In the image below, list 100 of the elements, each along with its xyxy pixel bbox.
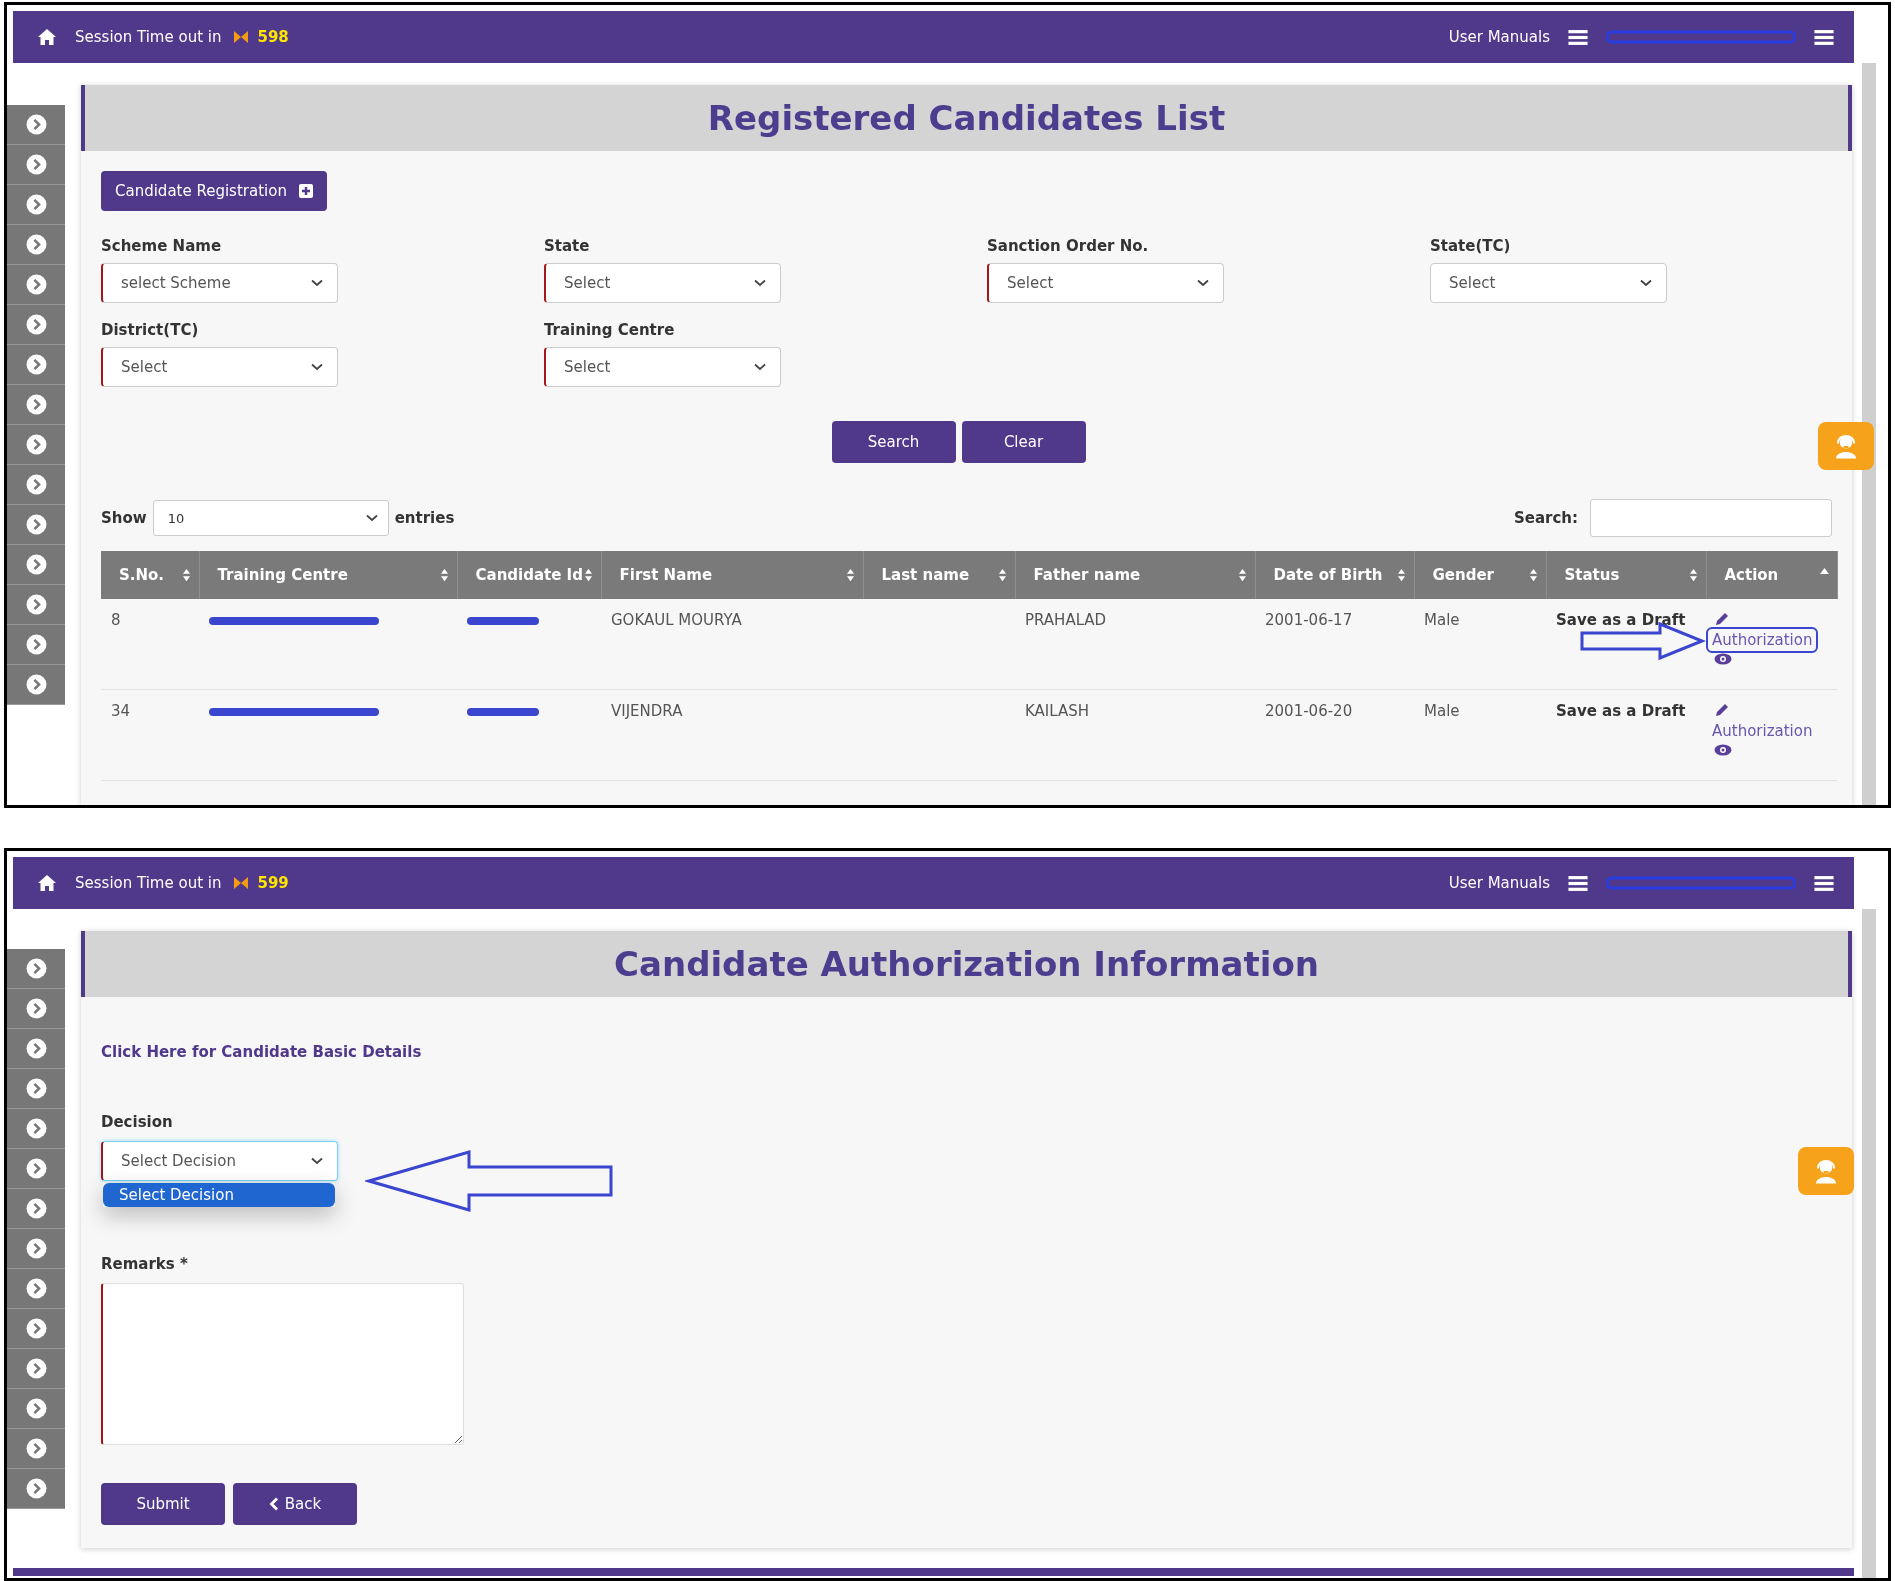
chevron-right-icon[interactable] [25,1198,47,1219]
chevron-right-icon[interactable] [25,1238,47,1259]
filter-label: State [544,237,591,255]
chevron-right-icon[interactable] [25,1278,47,1299]
filter-select[interactable]: Select [1430,263,1667,303]
filter-label: District(TC) [101,321,200,339]
page-length-select[interactable]: 10 [152,500,389,536]
session-label: Session Time out in [75,28,222,46]
filter-label: Sanction Order No. [987,237,1150,255]
authorization-link[interactable]: Authorization [1706,627,1819,653]
column-header[interactable]: Training Centre [199,551,457,599]
menu-icon[interactable] [1568,874,1588,892]
eye-icon[interactable] [1714,653,1732,665]
filter-label: Scheme Name [101,237,223,255]
chevron-right-icon[interactable] [25,114,47,135]
clear-button[interactable]: Clear [961,421,1086,463]
chevron-right-icon[interactable] [25,154,47,175]
column-header[interactable]: Action [1706,551,1837,599]
candidate-registration-button[interactable]: Candidate Registration [101,171,327,211]
table-cell: Male [1414,599,1546,690]
table-cell: 2001-06-20 [1255,689,1414,781]
chevron-right-icon[interactable] [25,314,47,335]
chevron-right-icon[interactable] [25,1398,47,1419]
chevron-right-icon[interactable] [25,1318,47,1339]
chevron-right-icon[interactable] [25,594,47,615]
column-header[interactable]: First Name [601,551,863,599]
chevron-right-icon[interactable] [25,1358,47,1379]
home-icon[interactable] [37,28,57,46]
hourglass-icon [233,30,250,44]
chevron-right-icon[interactable] [25,1118,47,1139]
menu-icon[interactable] [1814,874,1834,892]
chevron-right-icon[interactable] [25,1158,47,1179]
eye-icon[interactable] [1714,744,1732,756]
scrollbar[interactable] [1862,63,1876,805]
chevron-right-icon[interactable] [25,194,47,215]
column-header[interactable]: Father name [1015,551,1255,599]
filter-select[interactable]: Select [544,347,781,387]
chevron-right-icon[interactable] [25,474,47,495]
candidate-details-link[interactable]: Click Here for Candidate Basic Details [101,1043,422,1061]
pencil-icon[interactable] [1714,702,1730,718]
search-label: Search: [1513,509,1578,527]
chevron-right-icon[interactable] [25,1438,47,1459]
caret-icon [754,363,766,371]
table-cell: VIJENDRA [601,689,863,781]
user-manuals-link[interactable]: User Manuals [1448,28,1550,46]
chevron-right-icon[interactable] [25,354,47,375]
column-header[interactable]: S.No. [101,551,199,599]
chevron-right-icon[interactable] [25,1478,47,1499]
redaction-mark [467,707,539,717]
menu-icon[interactable] [1568,28,1588,46]
scrollbar[interactable] [1862,909,1876,1578]
hourglass-icon [233,876,250,890]
decision-select[interactable]: Select Decision [101,1141,338,1181]
column-header[interactable]: Last name [863,551,1015,599]
dropdown-option[interactable]: Select Decision [103,1183,335,1207]
filter-select[interactable]: select Scheme [101,263,338,303]
show-label: Show [101,509,147,527]
table-cell: PRAHALAD [1015,599,1255,690]
chevron-right-icon[interactable] [25,634,47,655]
filter-select[interactable]: Select [101,347,338,387]
filter-label: State(TC) [1430,237,1512,255]
back-button[interactable]: Back [233,1483,357,1525]
session-countdown: 598 [257,28,289,46]
column-header[interactable]: Date of Birth [1255,551,1414,599]
column-header[interactable]: Status [1546,551,1706,599]
menu-icon[interactable] [1814,28,1834,46]
chevron-right-icon[interactable] [25,958,47,979]
caret-icon [365,514,378,522]
chevron-right-icon[interactable] [25,998,47,1019]
column-header[interactable]: Gender [1414,551,1546,599]
session-label: Session Time out in [75,874,222,892]
table-cell: KAILASH [1015,689,1255,781]
chevron-right-icon[interactable] [25,434,47,455]
chevron-right-icon[interactable] [25,1038,47,1059]
search-field[interactable] [1590,499,1832,537]
column-header[interactable]: Candidate Id [457,551,601,599]
remarks-label: Remarks * [101,1255,188,1273]
caret-icon [311,279,323,287]
filter-label: Training Centre [544,321,676,339]
remarks-field[interactable] [101,1283,464,1445]
filter-select[interactable]: Select [544,263,781,303]
pencil-icon[interactable] [1714,611,1730,627]
chevron-right-icon[interactable] [25,554,47,575]
caret-icon [754,279,766,287]
authorization-link[interactable]: Authorization [1706,718,1819,744]
table-cell: Save as a Draft [1546,689,1706,781]
chevron-right-icon[interactable] [25,394,47,415]
page-title: Candidate Authorization Information [614,944,1319,984]
table-cell: 34 [101,689,199,781]
chevron-right-icon[interactable] [25,514,47,535]
table-cell: GOKAUL MOURYA [601,599,863,690]
filter-select[interactable]: Select [987,263,1224,303]
chevron-right-icon[interactable] [25,274,47,295]
chevron-right-icon[interactable] [25,674,47,695]
submit-button[interactable]: Submit [101,1483,225,1525]
chevron-right-icon[interactable] [25,1078,47,1099]
search-button[interactable]: Search [831,421,956,463]
chevron-right-icon[interactable] [25,234,47,255]
user-manuals-link[interactable]: User Manuals [1448,874,1550,892]
home-icon[interactable] [37,874,57,892]
